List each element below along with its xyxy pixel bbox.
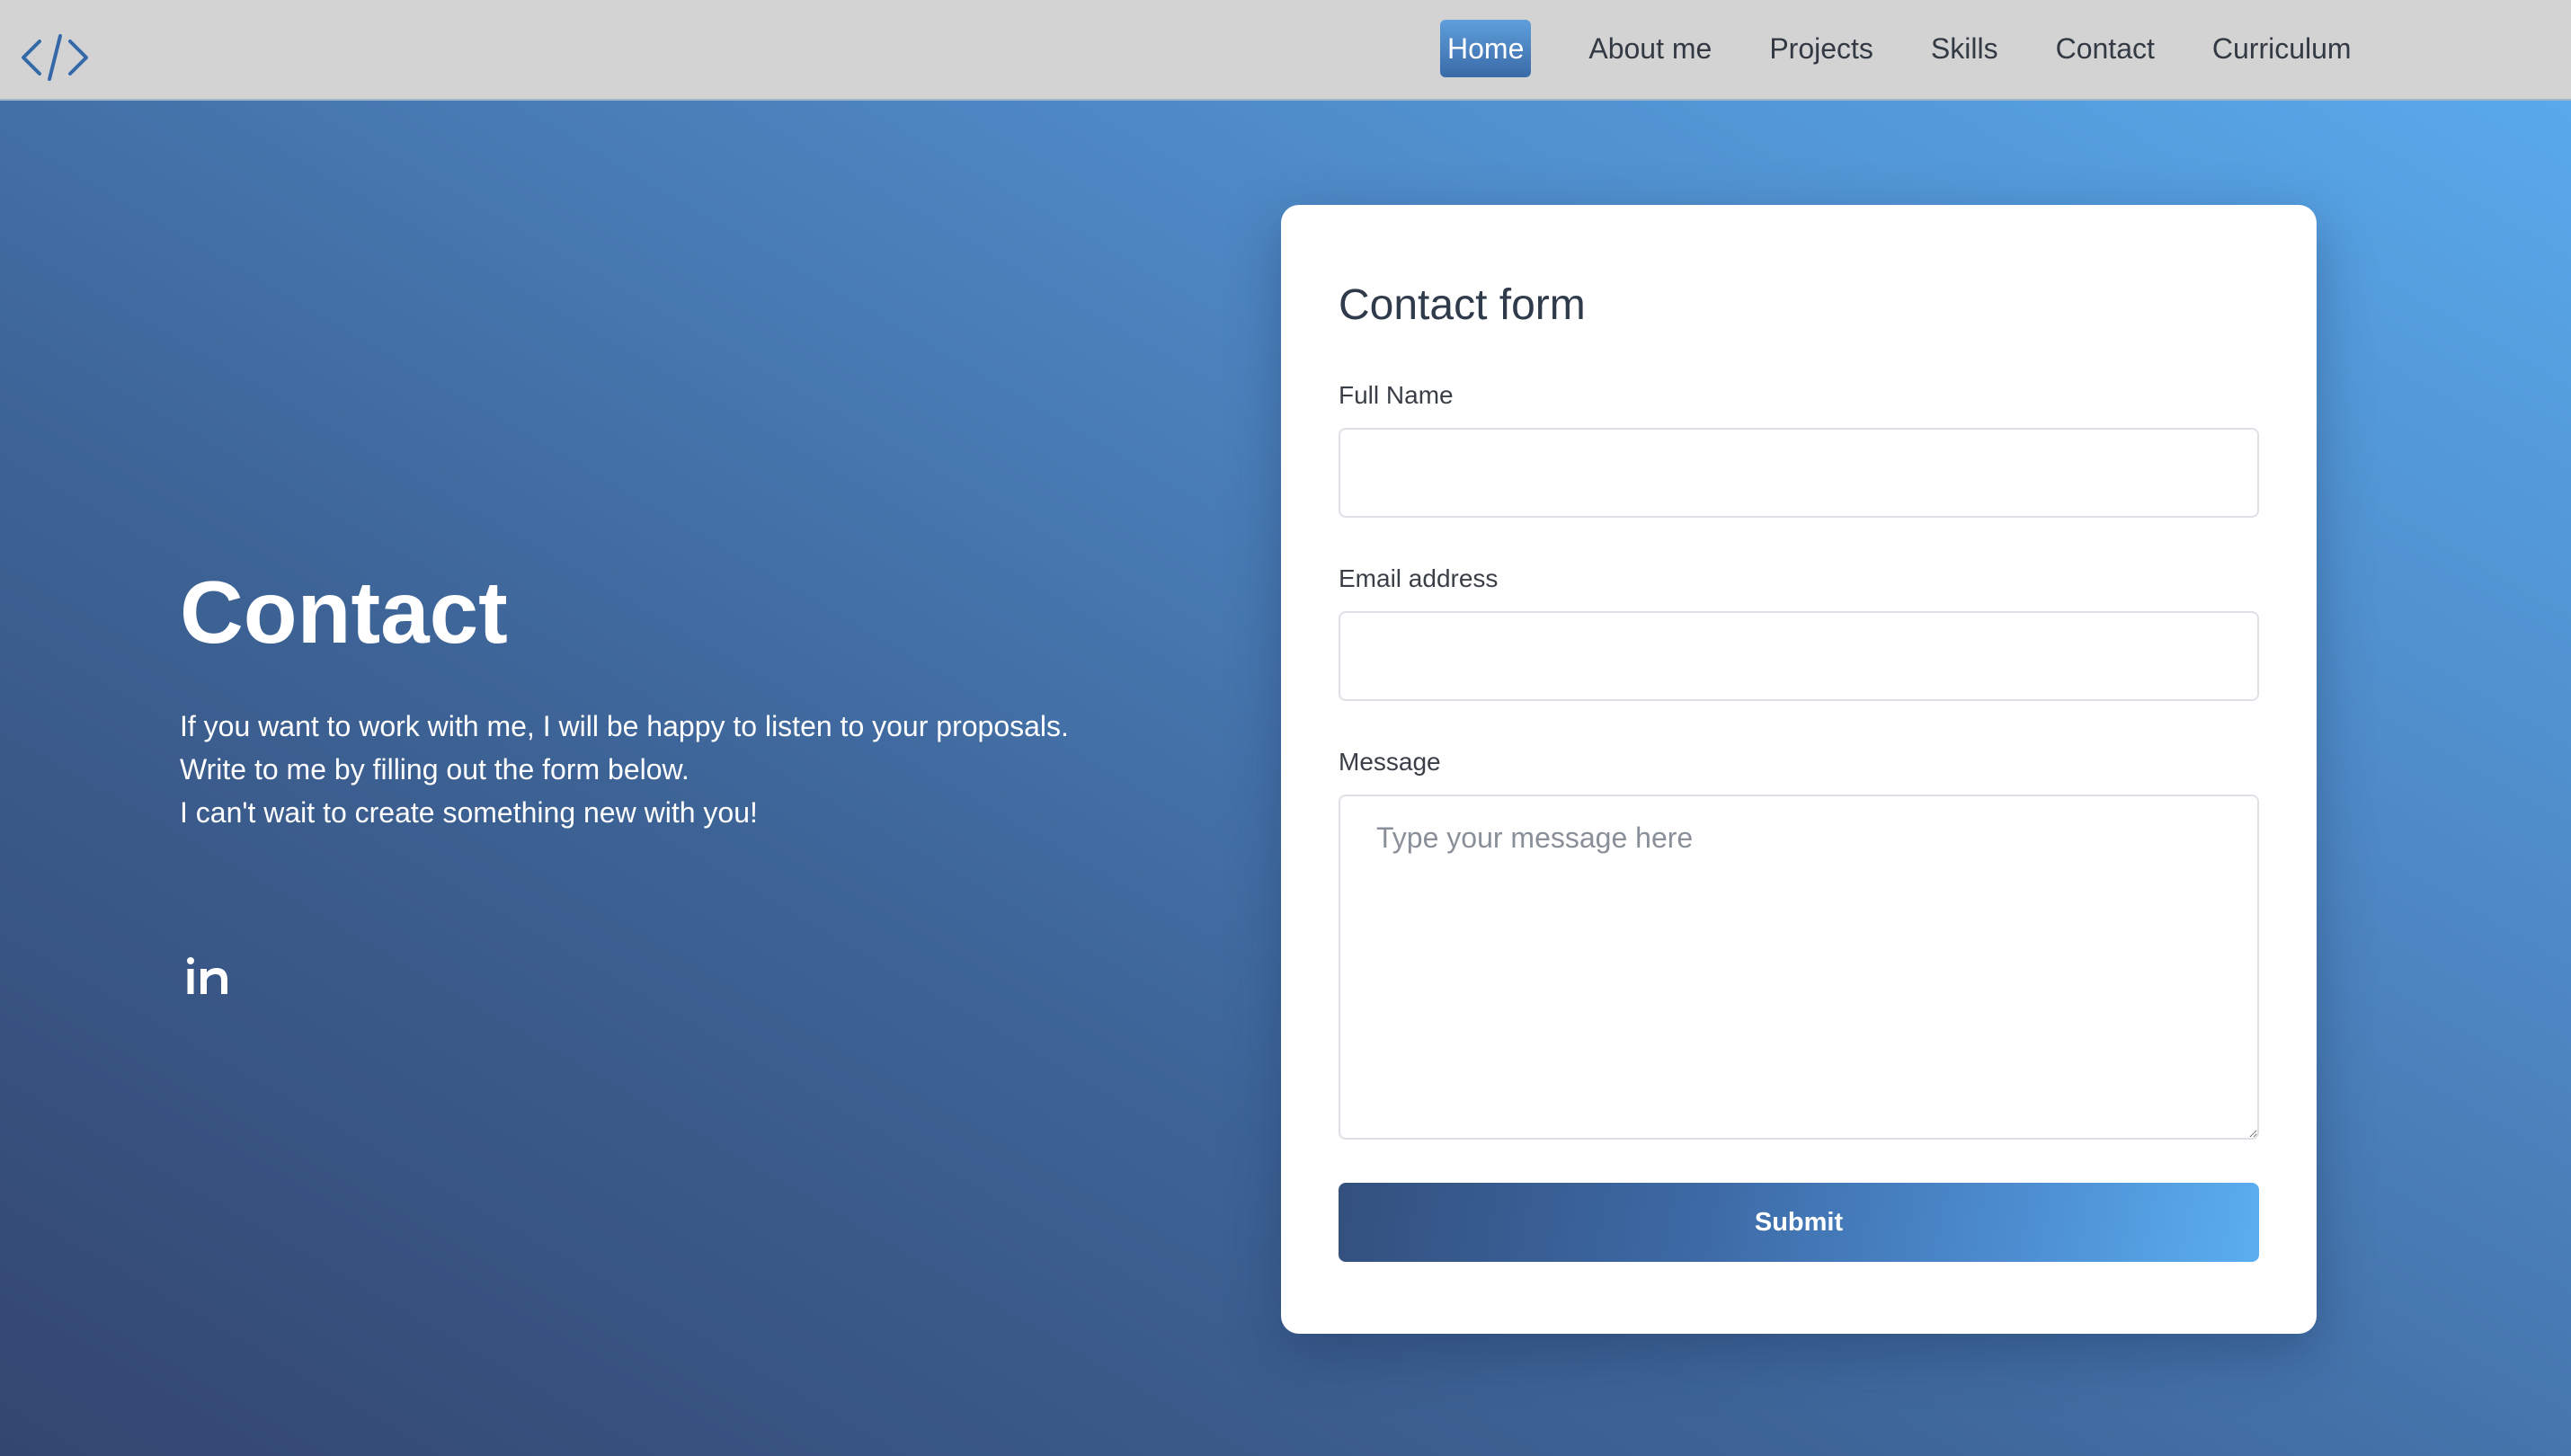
top-navbar: Home About me Projects Skills Contact Cu… bbox=[0, 0, 2571, 101]
nav-item-skills[interactable]: Skills bbox=[1924, 20, 2006, 77]
nav-item-curriculum[interactable]: Curriculum bbox=[2205, 20, 2359, 77]
nav-item-home[interactable]: Home bbox=[1440, 20, 1532, 77]
code-brackets-icon[interactable] bbox=[20, 31, 90, 84]
nav-item-contact[interactable]: Contact bbox=[2049, 20, 2162, 77]
linkedin-icon[interactable] bbox=[185, 954, 232, 998]
nav-item-projects[interactable]: Projects bbox=[1762, 20, 1881, 77]
contact-form-card: Contact form Full Name Email address Mes… bbox=[1281, 205, 2317, 1334]
email-input[interactable] bbox=[1339, 611, 2259, 701]
submit-button[interactable]: Submit bbox=[1339, 1183, 2259, 1262]
intro-text: If you want to work with me, I will be h… bbox=[180, 705, 1069, 834]
full-name-input[interactable] bbox=[1339, 428, 2259, 518]
intro-line: If you want to work with me, I will be h… bbox=[180, 710, 1069, 742]
message-textarea[interactable] bbox=[1339, 795, 2259, 1140]
message-label: Message bbox=[1339, 748, 1441, 776]
email-label: Email address bbox=[1339, 564, 1499, 592]
full-name-label: Full Name bbox=[1339, 381, 1454, 409]
page-title: Contact bbox=[180, 563, 508, 661]
intro-line: I can't wait to create something new wit… bbox=[180, 796, 758, 829]
form-title: Contact form bbox=[1339, 281, 1586, 329]
intro-line: Write to me by filling out the form belo… bbox=[180, 753, 689, 786]
nav-item-about-me[interactable]: About me bbox=[1581, 20, 1719, 77]
nav-menu: Home About me Projects Skills Contact Cu… bbox=[1440, 20, 2359, 77]
